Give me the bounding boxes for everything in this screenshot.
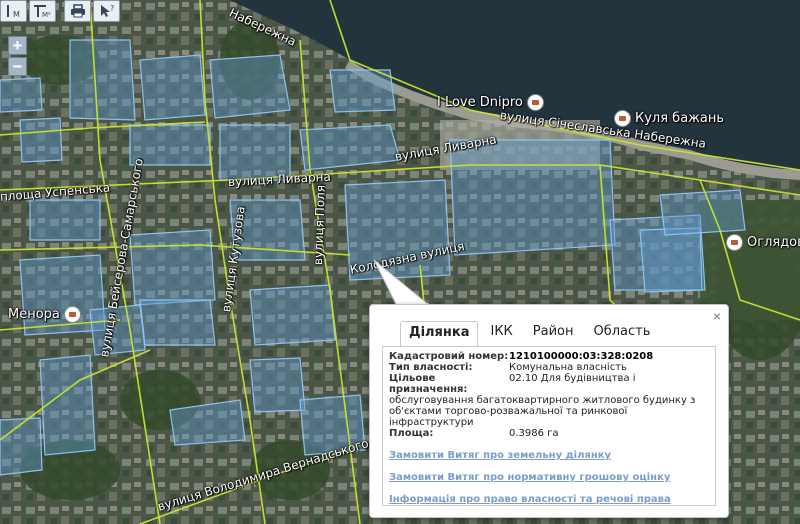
print-icon — [70, 4, 85, 18]
ruler-icon: М — [6, 5, 20, 19]
measure-line-button[interactable]: М — [0, 0, 27, 22]
area-row: Площа: 0.3986 га — [389, 428, 709, 439]
poi-kulia-bazhan[interactable]: Куля бажань — [614, 110, 724, 127]
camera-icon — [614, 110, 631, 127]
cadastral-row: Кадастровий номер: 1210100000:03:328:020… — [389, 351, 709, 362]
map-toolbar: М М² ? — [0, 0, 122, 22]
poi-label-text: I Love Dnipro — [437, 95, 523, 110]
identify-help-button[interactable]: ? — [93, 0, 120, 22]
close-icon[interactable]: × — [713, 308, 721, 324]
measure-area-button[interactable]: М² — [29, 0, 56, 22]
purpose-label: Цільове призначення: — [389, 373, 468, 395]
popup-tabs: Ділянка ІКК Район Область — [400, 321, 662, 347]
purpose-continuation-1: обслуговування багатоквартирного житлово… — [389, 395, 696, 406]
camera-icon — [63, 306, 81, 323]
poi-i-love-dnipro[interactable]: I Love Dnipro — [437, 94, 544, 111]
print-button[interactable] — [64, 0, 91, 22]
tab-parcel[interactable]: Ділянка — [400, 321, 479, 347]
popup-links: Замовити Витяг про земельну ділянку Замо… — [389, 450, 709, 505]
zoom-in-button[interactable]: + — [8, 36, 27, 55]
cadastral-label: Кадастровий номер: — [389, 351, 509, 362]
popup-pointer — [373, 259, 432, 307]
pointer-help-icon: ? — [100, 4, 114, 17]
svg-text:?: ? — [110, 4, 114, 13]
parcel-details-panel: Кадастровий номер: 1210100000:03:328:020… — [382, 346, 716, 506]
street-label-soborna-vertical: вулиця Поля — [311, 184, 328, 266]
order-valuation-extract-link[interactable]: Замовити Витяг про нормативну грошову оц… — [389, 472, 709, 483]
zoom-control: + − — [8, 36, 27, 78]
cadastral-value: 1210100000:03:328:0208 — [509, 351, 654, 362]
poi-menora[interactable]: Менора — [8, 306, 81, 323]
camera-icon — [526, 94, 544, 111]
parcel-info-popup: × Ділянка ІКК Район Область Кадастровий … — [369, 304, 729, 518]
tab-ikk[interactable]: ІКК — [482, 321, 520, 345]
svg-text:М: М — [13, 10, 20, 19]
area-icon: М² — [33, 5, 51, 19]
ownership-row: Тип власності: Комунальна власність — [389, 362, 709, 373]
area-value: 0.3986 га — [509, 428, 559, 439]
purpose-row: Цільове призначення: 02.10 Для будівницт… — [389, 373, 709, 395]
poi-park[interactable]: Оглядово парку ім. — [726, 234, 800, 251]
tab-region[interactable]: Область — [586, 321, 659, 345]
svg-text:М²: М² — [42, 11, 51, 19]
purpose-continuation-2: об'єктами торгово-розважальної та ринков… — [389, 406, 628, 428]
ownership-info-link[interactable]: Інформація про право власності та речові… — [389, 494, 709, 505]
ownership-label: Тип власності: — [389, 362, 473, 373]
purpose-value: 02.10 Для будівництва і — [509, 373, 636, 384]
order-parcel-extract-link[interactable]: Замовити Витяг про земельну ділянку — [389, 450, 709, 461]
camera-icon — [726, 234, 743, 251]
zoom-out-button[interactable]: − — [8, 57, 27, 76]
ownership-value: Комунальна власність — [509, 362, 627, 373]
poi-label-text: Оглядово парку ім. — [747, 235, 800, 250]
area-label: Площа: — [389, 428, 434, 439]
poi-label-text: Менора — [8, 307, 60, 322]
poi-label-text: Куля бажань — [635, 111, 725, 126]
tab-district[interactable]: Район — [525, 321, 582, 345]
